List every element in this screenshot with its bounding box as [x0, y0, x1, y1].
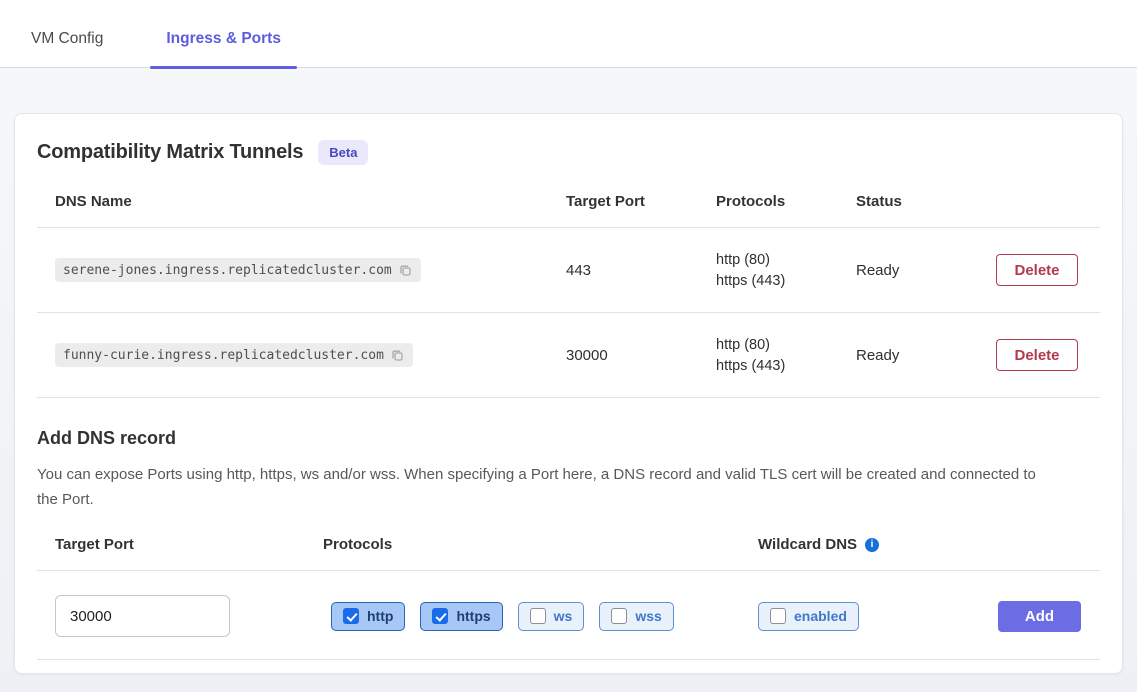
wildcard-enabled-checkbox[interactable]: enabled — [758, 602, 859, 631]
wss-checkbox[interactable] — [611, 608, 627, 624]
dns-name-text: serene-jones.ingress.replicatedcluster.c… — [63, 263, 392, 278]
protocol-line: https (443) — [716, 273, 856, 289]
protocol-checkbox-https[interactable]: https — [420, 602, 502, 631]
protocol-label: https — [456, 608, 490, 624]
form-controls-row: http https ws wss — [37, 571, 1100, 660]
label-wildcard-dns: Wildcard DNS i — [758, 536, 998, 553]
delete-button[interactable]: Delete — [996, 254, 1078, 286]
dns-name-pill: funny-curie.ingress.replicatedcluster.co… — [55, 343, 413, 367]
form-labels-row: Target Port Protocols Wildcard DNS i — [37, 536, 1100, 571]
protocol-line: http (80) — [716, 252, 856, 268]
dns-name-text: funny-curie.ingress.replicatedcluster.co… — [63, 348, 384, 363]
card-header: Compatibility Matrix Tunnels Beta — [37, 140, 1100, 165]
card-title: Compatibility Matrix Tunnels — [37, 141, 303, 164]
tunnel-row: serene-jones.ingress.replicatedcluster.c… — [37, 228, 1100, 313]
add-dns-form: Target Port Protocols Wildcard DNS i — [37, 536, 1100, 660]
target-port-value: 443 — [566, 262, 716, 279]
protocol-checkbox-http[interactable]: http — [331, 602, 405, 631]
target-port-input[interactable] — [55, 595, 230, 637]
add-dns-title: Add DNS record — [37, 428, 1100, 449]
add-button[interactable]: Add — [998, 601, 1081, 632]
col-header-target-port: Target Port — [566, 193, 716, 210]
http-checkbox[interactable] — [343, 608, 359, 624]
copy-icon[interactable] — [397, 262, 413, 278]
col-header-protocols: Protocols — [716, 193, 856, 210]
protocol-checkbox-ws[interactable]: ws — [518, 602, 585, 631]
protocol-label: ws — [554, 608, 573, 624]
target-port-value: 30000 — [566, 347, 716, 364]
status-value: Ready — [856, 262, 996, 279]
copy-icon[interactable] — [389, 347, 405, 363]
https-checkbox[interactable] — [432, 608, 448, 624]
dns-name-pill: serene-jones.ingress.replicatedcluster.c… — [55, 258, 421, 282]
protocol-options: http https ws wss — [323, 602, 758, 631]
tab-ingress-ports[interactable]: Ingress & Ports — [150, 30, 297, 67]
protocol-label: http — [367, 608, 393, 624]
tunnels-card: Compatibility Matrix Tunnels Beta DNS Na… — [14, 113, 1123, 674]
protocol-checkbox-wss[interactable]: wss — [599, 602, 673, 631]
wildcard-label: enabled — [794, 608, 847, 624]
page-content: Compatibility Matrix Tunnels Beta DNS Na… — [0, 68, 1137, 674]
info-icon[interactable]: i — [865, 538, 879, 552]
tab-vm-config[interactable]: VM Config — [30, 30, 104, 67]
protocols-cell: http (80) https (443) — [716, 337, 856, 374]
add-dns-description: You can expose Ports using http, https, … — [37, 462, 1047, 512]
protocol-line: http (80) — [716, 337, 856, 353]
col-header-dns-name: DNS Name — [37, 193, 566, 210]
wildcard-dns-text: Wildcard DNS — [758, 536, 857, 553]
enabled-checkbox[interactable] — [770, 608, 786, 624]
beta-badge: Beta — [318, 140, 368, 165]
protocol-line: https (443) — [716, 358, 856, 374]
tunnel-row: funny-curie.ingress.replicatedcluster.co… — [37, 313, 1100, 398]
delete-button[interactable]: Delete — [996, 339, 1078, 371]
col-header-status: Status — [856, 193, 996, 210]
status-value: Ready — [856, 347, 996, 364]
ws-checkbox[interactable] — [530, 608, 546, 624]
protocols-cell: http (80) https (443) — [716, 252, 856, 289]
page: VM Config Ingress & Ports Compatibility … — [0, 0, 1137, 674]
table-header-row: DNS Name Target Port Protocols Status — [37, 187, 1100, 228]
tunnels-table: DNS Name Target Port Protocols Status se… — [37, 187, 1100, 398]
label-target-port: Target Port — [37, 536, 323, 553]
tab-bar: VM Config Ingress & Ports — [0, 0, 1137, 68]
protocol-label: wss — [635, 608, 661, 624]
label-protocols: Protocols — [323, 536, 758, 553]
